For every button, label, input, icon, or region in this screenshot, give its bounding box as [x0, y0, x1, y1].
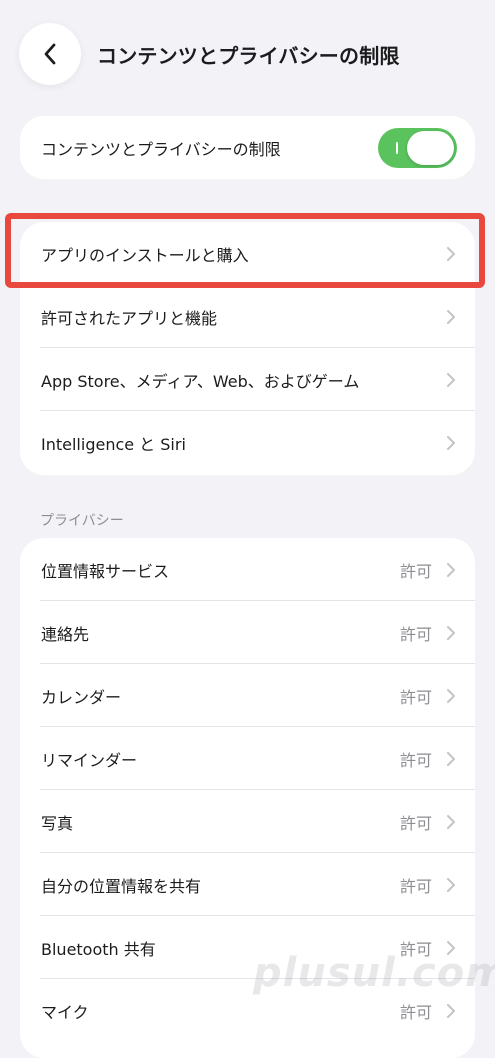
privacy-item-label: リマインダー	[41, 750, 138, 770]
privacy-item-calendar[interactable]: カレンダー 許可	[20, 664, 475, 727]
menu-item-label: App Store、メディア、Web、およびゲーム	[41, 371, 360, 391]
privacy-item-reminders[interactable]: リマインダー 許可	[20, 727, 475, 790]
privacy-item-value: 許可	[399, 813, 432, 833]
chevron-right-icon	[447, 751, 455, 766]
menu-item-app-install[interactable]: アプリのインストールと購入	[20, 222, 475, 285]
toggle-knob	[407, 131, 454, 165]
privacy-item-label: マイク	[41, 1002, 89, 1022]
chevron-right-icon	[447, 372, 455, 387]
menu-item-label: Intelligence と Siri	[41, 434, 186, 454]
restrictions-menu-card: アプリのインストールと購入 許可されたアプリと機能 App Store、メディア…	[20, 222, 475, 475]
privacy-item-label: 自分の位置情報を共有	[41, 876, 202, 896]
privacy-item-value: 許可	[399, 687, 432, 707]
chevron-right-icon	[447, 309, 455, 324]
privacy-section-header: プライバシー	[40, 513, 124, 529]
chevron-right-icon	[447, 562, 455, 577]
privacy-item-photos[interactable]: 写真 許可	[20, 790, 475, 853]
page-title: コンテンツとプライバシーの制限	[97, 44, 400, 68]
chevron-right-icon	[447, 1003, 455, 1018]
main-toggle-label: コンテンツとプライバシーの制限	[41, 139, 281, 159]
privacy-item-value: 許可	[399, 624, 432, 644]
chevron-right-icon	[447, 814, 455, 829]
privacy-item-location[interactable]: 位置情報サービス 許可	[20, 538, 475, 601]
chevron-right-icon	[447, 688, 455, 703]
menu-item-app-store-media[interactable]: App Store、メディア、Web、およびゲーム	[20, 348, 475, 411]
chevron-left-icon	[44, 43, 56, 65]
main-toggle-row: コンテンツとプライバシーの制限	[20, 116, 475, 179]
privacy-item-label: 写真	[41, 813, 74, 833]
menu-item-label: アプリのインストールと購入	[41, 245, 249, 265]
main-toggle-card: コンテンツとプライバシーの制限	[20, 116, 475, 179]
toggle-on-indicator	[396, 142, 398, 154]
back-button[interactable]	[19, 23, 81, 85]
chevron-right-icon	[447, 435, 455, 450]
chevron-right-icon	[447, 877, 455, 892]
privacy-item-value: 許可	[399, 876, 432, 896]
privacy-item-label: Bluetooth 共有	[41, 939, 156, 959]
privacy-item-value: 許可	[399, 750, 432, 770]
menu-item-allowed-apps[interactable]: 許可されたアプリと機能	[20, 285, 475, 348]
privacy-item-contacts[interactable]: 連絡先 許可	[20, 601, 475, 664]
privacy-item-label: 位置情報サービス	[41, 561, 170, 581]
menu-item-label: 許可されたアプリと機能	[41, 308, 218, 328]
privacy-item-value: 許可	[399, 561, 432, 581]
privacy-item-label: カレンダー	[41, 687, 122, 707]
privacy-item-value: 許可	[399, 1002, 432, 1022]
watermark-text: plusul.com	[253, 950, 495, 996]
privacy-item-share-location[interactable]: 自分の位置情報を共有 許可	[20, 853, 475, 916]
restrictions-toggle[interactable]	[378, 128, 457, 168]
menu-item-intelligence-siri[interactable]: Intelligence と Siri	[20, 411, 475, 474]
chevron-right-icon	[447, 625, 455, 640]
navigation-bar: コンテンツとプライバシーの制限	[0, 0, 495, 110]
chevron-right-icon	[447, 246, 455, 261]
privacy-item-label: 連絡先	[41, 624, 90, 644]
